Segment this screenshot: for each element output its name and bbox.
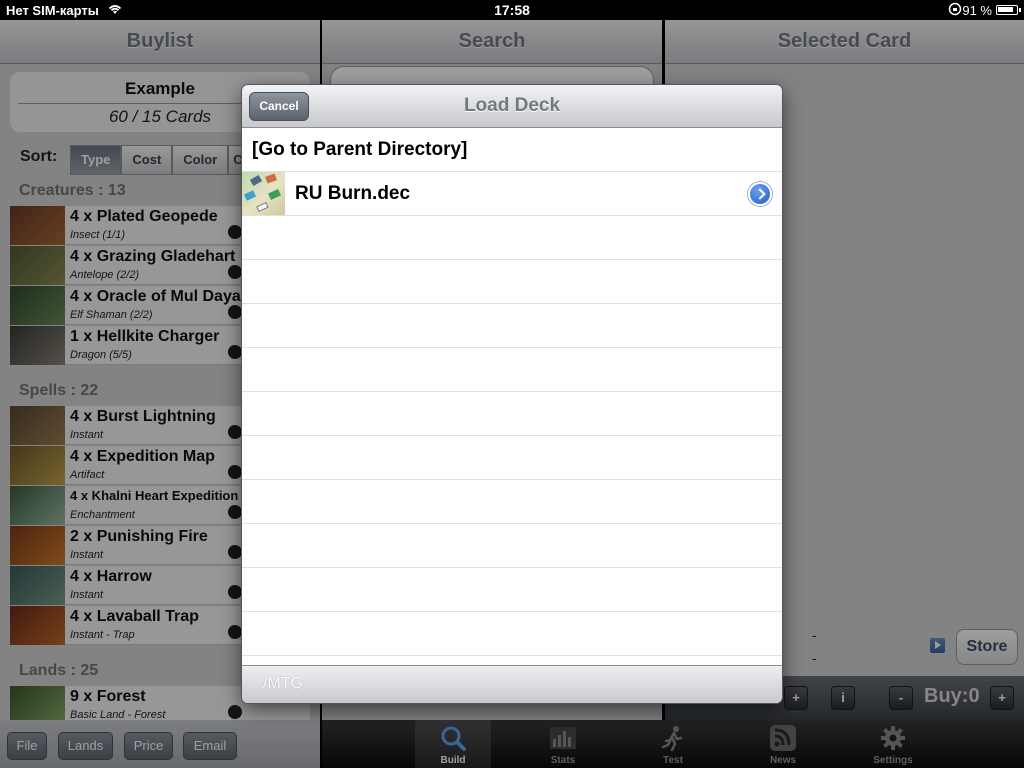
- dialog-header: Cancel Load Deck: [242, 85, 782, 128]
- empty-row: [242, 568, 782, 612]
- clock: 17:58: [494, 2, 530, 18]
- empty-row: [242, 480, 782, 524]
- status-bar: Нет SIM-карты 17:58 91 %: [0, 0, 1024, 20]
- empty-row: [242, 348, 782, 392]
- detail-disclosure-icon[interactable]: [748, 182, 772, 206]
- empty-row: [242, 392, 782, 436]
- battery-icon: [996, 5, 1021, 15]
- file-name: RU Burn.dec: [295, 183, 411, 204]
- deck-file-icon: [242, 172, 285, 215]
- empty-row: [242, 216, 782, 260]
- empty-row: [242, 612, 782, 656]
- rotation-lock-icon: [948, 2, 962, 19]
- dialog-title: Load Deck: [463, 95, 561, 116]
- file-row[interactable]: RU Burn.dec: [242, 172, 782, 216]
- empty-row: [242, 304, 782, 348]
- parent-directory-label: [Go to Parent Directory]: [252, 139, 468, 160]
- battery-percent: 91 %: [962, 3, 992, 18]
- current-path: /MTG: [263, 675, 303, 692]
- file-list: [Go to Parent Directory] RU Burn.dec: [242, 128, 782, 665]
- load-deck-dialog: Cancel Load Deck [Go to Parent Directory…: [242, 85, 782, 703]
- empty-row: [242, 260, 782, 304]
- empty-row: [242, 436, 782, 480]
- dialog-footer: /MTG: [242, 665, 782, 703]
- empty-row: [242, 524, 782, 568]
- parent-directory-row[interactable]: [Go to Parent Directory]: [242, 128, 782, 172]
